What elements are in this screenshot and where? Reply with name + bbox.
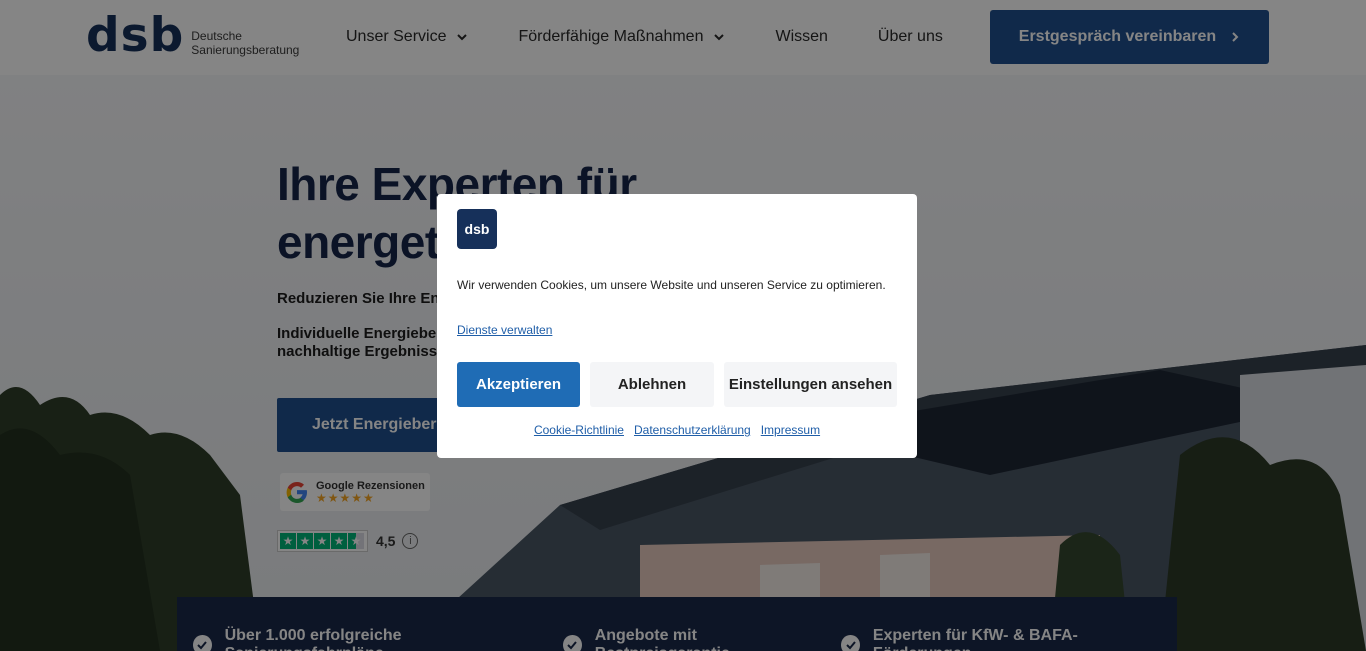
cookie-dialog-logo: dsb: [457, 209, 497, 249]
deny-button[interactable]: Ablehnen: [590, 362, 714, 407]
imprint-link[interactable]: Impressum: [761, 423, 820, 437]
cookie-footer-links: Cookie-Richtlinie Datenschutzerklärung I…: [437, 423, 917, 437]
view-settings-button[interactable]: Einstellungen ansehen: [724, 362, 897, 407]
cookie-consent-dialog: dsb Wir verwenden Cookies, um unsere Web…: [437, 194, 917, 458]
cookie-message: Wir verwenden Cookies, um unsere Website…: [457, 278, 886, 292]
privacy-policy-link[interactable]: Datenschutzerklärung: [634, 423, 751, 437]
cookie-buttons: Akzeptieren Ablehnen Einstellungen anseh…: [457, 362, 897, 407]
cookie-policy-link[interactable]: Cookie-Richtlinie: [534, 423, 624, 437]
accept-button[interactable]: Akzeptieren: [457, 362, 580, 407]
manage-services-link[interactable]: Dienste verwalten: [457, 323, 552, 337]
